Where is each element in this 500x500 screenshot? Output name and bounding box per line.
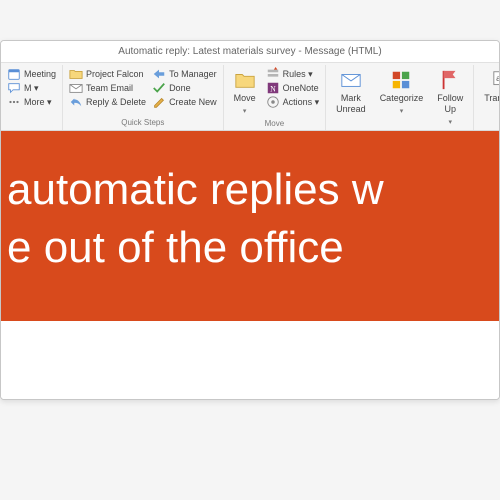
im-icon xyxy=(7,81,21,95)
move-label: Move xyxy=(234,93,256,104)
done-quickstep[interactable]: Done xyxy=(152,81,217,95)
message-body: automatic replies w e out of the office xyxy=(1,131,499,399)
ribbon: Meeting M ▾ More ▾ xyxy=(1,63,499,131)
move-button[interactable]: Move ▾ xyxy=(230,67,260,117)
move-folder-icon xyxy=(234,69,256,91)
editing-group: aあ Translate ▾ Find xyxy=(474,65,500,130)
categorize-icon xyxy=(390,69,412,91)
team-email-icon xyxy=(69,81,83,95)
banner-line-1: automatic replies w xyxy=(7,161,493,219)
translate-label: Translate xyxy=(484,93,500,104)
translate-button[interactable]: aあ Translate ▾ xyxy=(480,67,500,117)
tags-group: Mark Unread Categorize ▾ Follow Up ▾ xyxy=(326,65,474,130)
translate-icon: aあ xyxy=(492,69,500,91)
window-title: Automatic reply: Latest materials survey… xyxy=(118,46,381,57)
im-label: M ▾ xyxy=(24,81,39,95)
categorize-dropdown-icon: ▾ xyxy=(400,106,404,117)
rules-icon xyxy=(266,67,280,81)
meeting-icon xyxy=(7,67,21,81)
move-group-label: Move xyxy=(230,117,320,131)
flag-icon xyxy=(439,69,461,91)
follow-up-button[interactable]: Follow Up ▾ xyxy=(433,67,467,128)
actions-icon xyxy=(266,95,280,109)
window-titlebar: Automatic reply: Latest materials survey… xyxy=(1,41,499,63)
svg-text:a: a xyxy=(496,74,500,83)
onenote-button[interactable]: N OneNote xyxy=(266,81,320,95)
project-falcon-quickstep[interactable]: Project Falcon xyxy=(69,67,146,81)
create-new-label: Create New xyxy=(169,95,217,109)
more-label: More ▾ xyxy=(24,95,52,109)
reply-delete-icon xyxy=(69,95,83,109)
quicksteps-group-label: Quick Steps xyxy=(69,116,217,130)
to-manager-icon xyxy=(152,67,166,81)
reply-delete-quickstep[interactable]: Reply & Delete xyxy=(69,95,146,109)
title-banner: automatic replies w e out of the office xyxy=(0,131,500,321)
quicksteps-group: Project Falcon Team Email Reply & Delete xyxy=(63,65,224,130)
mark-unread-label: Mark Unread xyxy=(336,93,366,115)
svg-text:N: N xyxy=(270,85,276,94)
onenote-label: OneNote xyxy=(283,81,319,95)
categorize-label: Categorize xyxy=(380,93,424,104)
respond-group: Meeting M ▾ More ▾ xyxy=(1,65,63,130)
mark-unread-button[interactable]: Mark Unread xyxy=(332,67,370,128)
reply-delete-label: Reply & Delete xyxy=(86,95,146,109)
im-button[interactable]: M ▾ xyxy=(7,81,56,95)
outlook-message-window: Automatic reply: Latest materials survey… xyxy=(0,40,500,400)
more-icon xyxy=(7,95,21,109)
done-label: Done xyxy=(169,81,191,95)
actions-label: Actions ▾ xyxy=(283,95,320,109)
meeting-label: Meeting xyxy=(24,67,56,81)
actions-button[interactable]: Actions ▾ xyxy=(266,95,320,109)
team-email-quickstep[interactable]: Team Email xyxy=(69,81,146,95)
folder-move-icon xyxy=(69,67,83,81)
rules-button[interactable]: Rules ▾ xyxy=(266,67,320,81)
create-new-quickstep[interactable]: Create New xyxy=(152,95,217,109)
follow-up-dropdown-icon: ▾ xyxy=(448,117,452,128)
to-manager-label: To Manager xyxy=(169,67,217,81)
categorize-button[interactable]: Categorize ▾ xyxy=(376,67,428,128)
to-manager-quickstep[interactable]: To Manager xyxy=(152,67,217,81)
mark-unread-icon xyxy=(340,69,362,91)
rules-label: Rules ▾ xyxy=(283,67,313,81)
banner-line-2: e out of the office xyxy=(7,219,493,277)
respond-group-label xyxy=(7,116,56,130)
onenote-icon: N xyxy=(266,81,280,95)
editing-group-label: Editing xyxy=(480,117,500,131)
create-new-icon xyxy=(152,95,166,109)
more-button[interactable]: More ▾ xyxy=(7,95,56,109)
move-group: Move ▾ Rules ▾ N OneNote xyxy=(224,65,327,130)
move-dropdown-icon: ▾ xyxy=(243,106,247,117)
done-icon xyxy=(152,81,166,95)
team-email-label: Team Email xyxy=(86,81,133,95)
follow-up-label: Follow Up xyxy=(437,93,463,115)
meeting-button[interactable]: Meeting xyxy=(7,67,56,81)
project-falcon-label: Project Falcon xyxy=(86,67,144,81)
